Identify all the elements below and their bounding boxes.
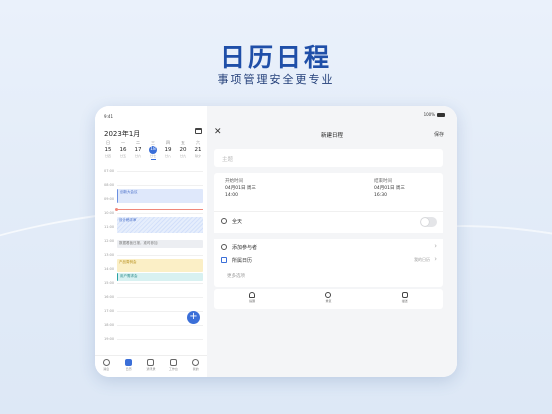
- tab-calendar[interactable]: 日历: [119, 356, 139, 377]
- calendar-icon[interactable]: [195, 128, 202, 134]
- event-block[interactable]: 设计稿评审: [117, 217, 203, 233]
- end-time-picker[interactable]: 结束时间 04月01日 周三 16:30: [374, 178, 405, 199]
- day-cell[interactable]: 五 20 廿九: [176, 140, 190, 160]
- calendar-select-row[interactable]: 所属日历 我的日历 ›: [214, 251, 443, 271]
- hour-row: 13:00: [95, 253, 207, 257]
- week-strip: 日 15 廿四 一 16 廿五 二 17 廿六 三 18 廿七 四 19 廿八 五 20 廿九 六 21 除…: [101, 140, 205, 160]
- start-time-picker[interactable]: 开始时间 04月01日 周三 14:00: [225, 178, 256, 199]
- hour-row: 15:00: [95, 281, 207, 285]
- workbench-icon: [169, 359, 177, 366]
- event-block[interactable]: 数据看板日报，准时参加: [117, 240, 203, 248]
- day-cell[interactable]: 二 17 廿六: [131, 140, 145, 160]
- bell-icon: [249, 292, 256, 298]
- hour-row: 07:00: [95, 169, 207, 173]
- day-cell[interactable]: 四 19 廿八: [161, 140, 175, 160]
- description-button[interactable]: 描述: [390, 289, 420, 309]
- chevron-right-icon: ›: [434, 242, 437, 250]
- hour-row: 18:00: [95, 323, 207, 327]
- allday-row: 全天: [214, 211, 443, 231]
- more-options-link[interactable]: 更多选项: [227, 273, 245, 279]
- tab-contacts[interactable]: 通讯录: [141, 356, 161, 377]
- day-cell-selected[interactable]: 三 18 廿七: [146, 140, 160, 160]
- tab-me[interactable]: 我的: [186, 356, 206, 377]
- chevron-right-icon: ›: [434, 255, 437, 263]
- current-time-line: [115, 208, 203, 211]
- subject-input[interactable]: 主题: [214, 149, 443, 167]
- save-button[interactable]: 保存: [434, 131, 444, 138]
- action-bar: 提醒 重复 描述: [214, 289, 443, 309]
- repeat-button[interactable]: 重复: [313, 289, 343, 309]
- calendar-icon: [125, 359, 133, 366]
- add-user-icon: [221, 244, 227, 250]
- event-block[interactable]: 产品周例会: [117, 259, 203, 272]
- status-time: 9:41: [104, 114, 113, 119]
- day-timeline[interactable]: 07:00 08:00 09:00 10:00 11:00 12:00 13:0…: [95, 169, 207, 354]
- hour-row: 08:00: [95, 183, 207, 187]
- allday-toggle[interactable]: [420, 217, 437, 227]
- repeat-icon: [325, 292, 332, 298]
- battery-icon: [437, 113, 445, 117]
- reminder-button[interactable]: 提醒: [237, 289, 267, 309]
- status-bar: 100%: [424, 112, 445, 117]
- bottom-tab-bar: 消息 日历 通讯录 工作台 我的: [95, 355, 207, 377]
- new-event-pane: 100% ✕ 新建日程 保存 主题 开始时间 04月01日 周三 14:00 结…: [207, 106, 457, 377]
- event-block[interactable]: 创新大会议: [117, 189, 203, 203]
- document-icon: [401, 292, 408, 298]
- day-cell[interactable]: 六 21 除夕: [191, 140, 205, 160]
- chat-icon: [102, 359, 110, 366]
- day-cell[interactable]: 日 15 廿四: [101, 140, 115, 160]
- calendar-select-card: 所属日历 我的日历 ›: [214, 251, 443, 287]
- hero-title: 日历日程: [219, 43, 332, 72]
- tab-workbench[interactable]: 工作台: [163, 356, 183, 377]
- hour-row: 19:00: [95, 337, 207, 341]
- contacts-icon: [147, 359, 155, 366]
- page-title: 新建日程: [320, 133, 343, 139]
- hour-row: 10:00: [95, 211, 207, 215]
- hour-row: 16:00: [95, 295, 207, 299]
- calendar-icon: [221, 257, 227, 263]
- tab-messages[interactable]: 消息: [96, 356, 116, 377]
- day-cell[interactable]: 一 16 廿五: [116, 140, 130, 160]
- add-event-button[interactable]: +: [187, 311, 200, 324]
- user-icon: [192, 359, 200, 366]
- event-block[interactable]: 用户需求会: [117, 273, 203, 281]
- hero-subtitle: 事项管理安全更专业: [217, 73, 335, 86]
- month-title[interactable]: 2023年1月: [104, 129, 140, 139]
- calendar-pane: 9:41 2023年1月 日 15 廿四 一 16 廿五 二 17 廿六 三 18 廿七 四 19…: [95, 106, 207, 377]
- subject-placeholder: 主题: [222, 157, 234, 163]
- clock-icon: [221, 218, 227, 224]
- tablet-frame: 9:41 2023年1月 日 15 廿四 一 16 廿五 二 17 廿六 三 18 廿七 四 19…: [95, 106, 457, 377]
